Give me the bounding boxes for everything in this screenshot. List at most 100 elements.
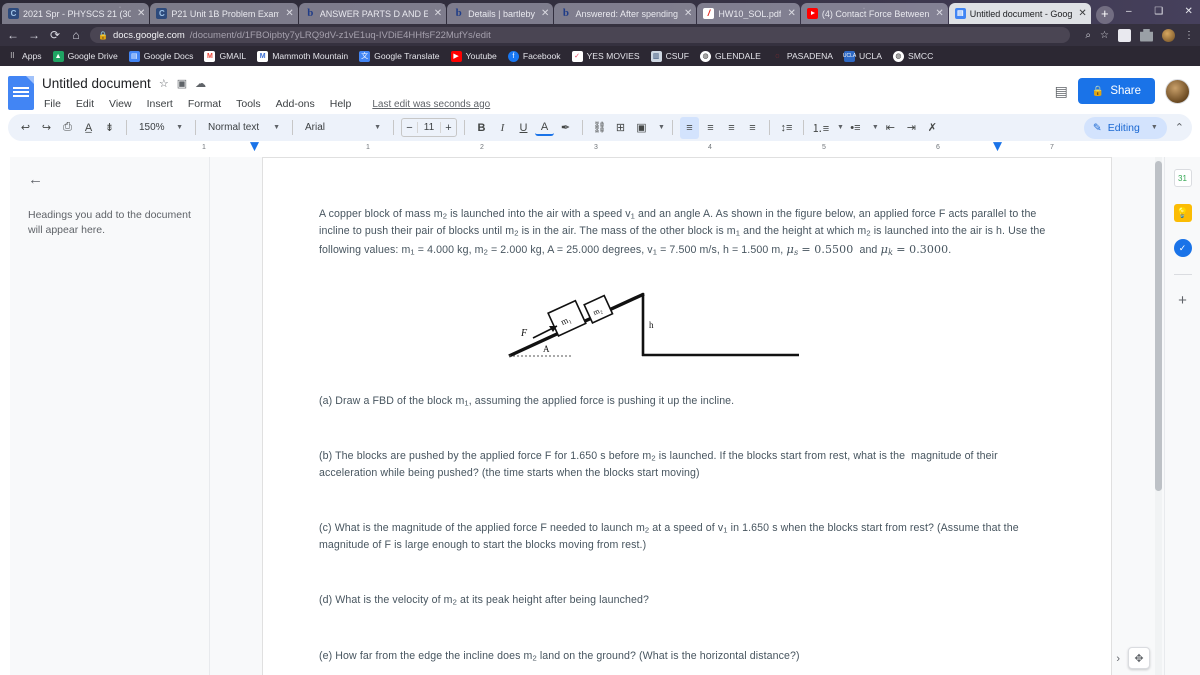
close-window-button[interactable]: ✕ bbox=[1174, 0, 1200, 24]
close-icon[interactable]: ✕ bbox=[434, 8, 442, 19]
last-edit-status[interactable]: Last edit was seconds ago bbox=[372, 99, 490, 110]
bold-icon[interactable]: B bbox=[472, 117, 491, 139]
numbered-list-icon[interactable]: ⒈≡ bbox=[811, 117, 830, 139]
back-icon[interactable]: ← bbox=[6, 29, 20, 41]
browser-tab[interactable]: (4) Contact Force Between ✕ bbox=[800, 3, 948, 24]
bookmark-smcc[interactable]: ◍ SMCC bbox=[892, 50, 933, 62]
explore-icon[interactable]: ✥ bbox=[1128, 647, 1150, 669]
increase-indent-icon[interactable]: ⇥ bbox=[902, 117, 921, 139]
maximize-button[interactable]: ❑ bbox=[1144, 0, 1174, 24]
google-calendar-icon[interactable]: 31 bbox=[1173, 169, 1192, 188]
browser-tab[interactable]: b Details | bartleby ✕ bbox=[447, 3, 554, 24]
font-size-stepper[interactable]: − 11 + bbox=[401, 118, 457, 138]
left-indent-marker[interactable] bbox=[250, 142, 259, 152]
align-right-icon[interactable]: ≡ bbox=[722, 117, 741, 139]
print-icon[interactable]: ⎙ bbox=[58, 117, 77, 139]
home-icon[interactable]: ⌂ bbox=[69, 29, 83, 41]
bookmark-glendale[interactable]: ◍ GLENDALE bbox=[700, 50, 761, 62]
text-color-icon[interactable]: A bbox=[535, 120, 554, 136]
insert-image-icon[interactable]: ▣ bbox=[632, 117, 651, 139]
paragraph-style-select[interactable]: Normal text ▼ bbox=[203, 118, 285, 138]
star-icon[interactable]: ☆ bbox=[1100, 30, 1109, 41]
minimize-button[interactable]: – bbox=[1114, 0, 1144, 24]
font-size-decrease[interactable]: − bbox=[402, 122, 417, 134]
font-size-value[interactable]: 11 bbox=[417, 122, 441, 134]
close-icon[interactable]: ✕ bbox=[1078, 8, 1086, 19]
google-keep-icon[interactable]: 💡 bbox=[1173, 204, 1192, 223]
clear-formatting-icon[interactable]: ✗ bbox=[923, 117, 942, 139]
menu-view[interactable]: View bbox=[107, 97, 134, 111]
comment-history-icon[interactable]: ▤ bbox=[1055, 83, 1068, 100]
bookmark-facebook[interactable]: f Facebook bbox=[507, 50, 561, 62]
menu-edit[interactable]: Edit bbox=[74, 97, 96, 111]
scrollbar-thumb[interactable] bbox=[1155, 161, 1162, 492]
extension-icon-1[interactable] bbox=[1118, 28, 1131, 42]
close-icon[interactable]: ✕ bbox=[285, 8, 293, 19]
close-outline-icon[interactable]: ← bbox=[28, 171, 43, 188]
highlight-color-icon[interactable]: ✒ bbox=[556, 117, 575, 139]
chevron-down-icon[interactable]: ▼ bbox=[658, 124, 665, 131]
chevron-down-icon[interactable]: ▼ bbox=[872, 124, 879, 131]
insert-link-icon[interactable]: ⛓ bbox=[590, 117, 609, 139]
bookmark-google-translate[interactable]: 文 Google Translate bbox=[359, 50, 440, 62]
align-center-icon[interactable]: ≡ bbox=[701, 117, 720, 139]
share-button[interactable]: 🔒 Share bbox=[1077, 78, 1155, 104]
browser-tab[interactable]: b Answered: After spending ✕ bbox=[554, 3, 697, 24]
close-icon[interactable]: ✕ bbox=[684, 8, 692, 19]
italic-icon[interactable]: I bbox=[493, 117, 512, 139]
editing-mode-button[interactable]: ✎ Editing ▼ bbox=[1083, 116, 1167, 139]
bulleted-list-icon[interactable]: •≡ bbox=[846, 117, 865, 139]
zoom-level-select[interactable]: 150% ▼ bbox=[134, 118, 188, 138]
new-tab-button[interactable]: + bbox=[1095, 6, 1114, 24]
hide-menus-icon[interactable]: ⌃ bbox=[1175, 121, 1184, 134]
cloud-saved-icon[interactable]: ☁ bbox=[195, 77, 206, 90]
menu-help[interactable]: Help bbox=[328, 97, 354, 111]
browser-tab-active[interactable]: ▤ Untitled document - Goog ✕ bbox=[948, 3, 1091, 24]
bookmark-google-drive[interactable]: ▲ Google Drive bbox=[52, 50, 118, 62]
decrease-indent-icon[interactable]: ⇤ bbox=[881, 117, 900, 139]
bookmark-apps[interactable]: ⠿ Apps bbox=[7, 51, 42, 62]
extension-puzzle-icon[interactable] bbox=[1140, 28, 1153, 42]
add-on-plus-icon[interactable]: + bbox=[1178, 292, 1187, 309]
add-comment-icon[interactable]: ⊞ bbox=[611, 117, 630, 139]
bookmark-pasadena[interactable]: ◌ PASADENA bbox=[772, 51, 833, 62]
browser-tab[interactable]: C 2021 Spr - PHYSCS 21 (30 ✕ bbox=[2, 3, 150, 24]
browser-tab[interactable]: / HW10_SOL.pdf ✕ bbox=[697, 3, 800, 24]
chevron-down-icon[interactable]: ▼ bbox=[837, 124, 844, 131]
bookmark-csuf[interactable]: ▥ CSUF bbox=[650, 50, 689, 62]
menu-add-ons[interactable]: Add-ons bbox=[274, 97, 317, 111]
bookmark-google-docs[interactable]: ▤ Google Docs bbox=[128, 50, 193, 62]
paint-format-icon[interactable]: ⇟ bbox=[100, 117, 119, 139]
bookmark-mammoth-mountain[interactable]: M Mammoth Mountain bbox=[257, 50, 348, 62]
font-size-increase[interactable]: + bbox=[441, 122, 456, 134]
star-icon[interactable]: ☆ bbox=[159, 77, 169, 90]
align-left-icon[interactable]: ≡ bbox=[679, 116, 699, 139]
font-family-select[interactable]: Arial ▼ bbox=[300, 118, 386, 138]
zoom-icon[interactable]: ⌕ bbox=[1085, 30, 1091, 41]
move-to-folder-icon[interactable]: ▣ bbox=[177, 77, 187, 90]
redo-icon[interactable]: ↪ bbox=[37, 117, 56, 139]
bookmark-youtube[interactable]: ▶ Youtube bbox=[450, 50, 497, 62]
close-icon[interactable]: ✕ bbox=[935, 8, 943, 19]
document-page[interactable]: A copper block of mass m2 is launched in… bbox=[262, 157, 1112, 675]
bookmark-gmail[interactable]: M GMAIL bbox=[204, 50, 246, 62]
close-icon[interactable]: ✕ bbox=[787, 8, 795, 19]
document-canvas[interactable]: A copper block of mass m2 is launched in… bbox=[210, 157, 1164, 675]
underline-icon[interactable]: U bbox=[514, 117, 533, 139]
browser-tab[interactable]: b ANSWER PARTS D AND E C ✕ bbox=[298, 3, 447, 24]
menu-format[interactable]: Format bbox=[186, 97, 223, 111]
browser-tab[interactable]: C P21 Unit 1B Problem Exam ✕ bbox=[150, 3, 298, 24]
bookmark-ucla[interactable]: UCLA UCLA bbox=[843, 50, 882, 62]
menu-tools[interactable]: Tools bbox=[234, 97, 263, 111]
right-indent-marker[interactable] bbox=[993, 142, 1002, 152]
google-tasks-icon[interactable]: ✓ bbox=[1173, 239, 1192, 258]
profile-avatar-icon[interactable] bbox=[1162, 28, 1175, 42]
reload-icon[interactable]: ⟳ bbox=[48, 29, 62, 41]
horizontal-ruler[interactable]: 1 1 2 3 4 5 6 7 bbox=[190, 141, 1200, 158]
menu-insert[interactable]: Insert bbox=[145, 97, 175, 111]
forward-icon[interactable]: → bbox=[27, 29, 41, 41]
menu-file[interactable]: File bbox=[42, 97, 63, 111]
close-icon[interactable]: ✕ bbox=[541, 8, 549, 19]
chrome-menu-icon[interactable]: ⋮ bbox=[1184, 30, 1194, 41]
document-title[interactable]: Untitled document bbox=[42, 76, 151, 91]
